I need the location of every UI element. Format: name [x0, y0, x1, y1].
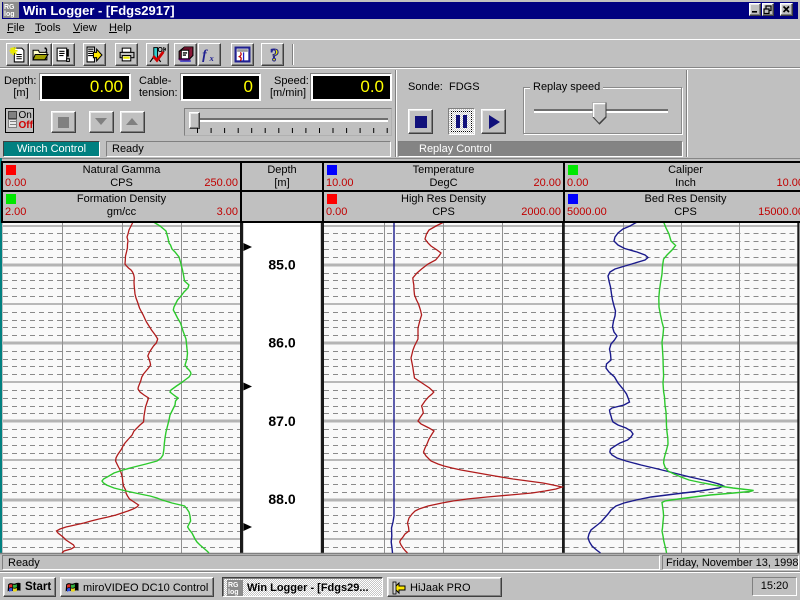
svg-text:log: log [228, 589, 239, 596]
svg-text:88.0: 88.0 [268, 491, 295, 507]
svg-text:RG: RG [228, 582, 239, 589]
svg-text:x: x [209, 53, 215, 63]
svg-text:RG: RG [4, 4, 15, 11]
svg-text:85.0: 85.0 [268, 256, 295, 272]
svg-text:87.0: 87.0 [268, 413, 295, 429]
svg-text:log: log [4, 11, 15, 18]
svg-text:86.0: 86.0 [268, 335, 295, 351]
svg-text:f: f [202, 47, 208, 62]
svg-text:?: ? [271, 46, 280, 63]
